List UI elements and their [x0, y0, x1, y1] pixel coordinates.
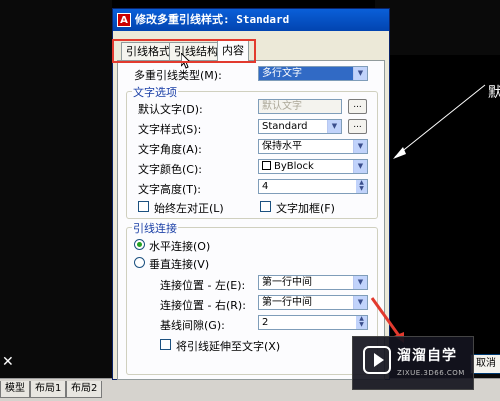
default-text-browse-button[interactable]: ...: [348, 99, 367, 114]
left-attachment-label: 连接位置 - 左(E):: [160, 279, 246, 292]
horizontal-attachment-label: 水平连接(O): [149, 240, 211, 253]
tab-layout2[interactable]: 布局2: [66, 381, 103, 398]
color-swatch-icon: [262, 161, 271, 170]
mleader-type-select[interactable]: 多行文字 ▼: [258, 66, 368, 81]
text-height-label: 文字高度(T):: [138, 183, 202, 196]
crosshair-icon: ✕: [2, 354, 14, 370]
dropdown-arrow-icon: ▼: [327, 120, 341, 133]
modify-mleader-style-dialog: A 修改多重引线样式: Standard 引线格式 引线结构 内容 多重引线类型…: [112, 8, 390, 380]
text-angle-label: 文字角度(A):: [138, 143, 202, 156]
autocad-icon: A: [117, 13, 131, 27]
mouse-cursor-icon: [181, 53, 191, 69]
cancel-button[interactable]: 取消: [470, 354, 500, 374]
leader-arrowhead-icon: [393, 147, 406, 159]
content-tab-page: 多重引线类型(M): 多行文字 ▼ 文字选项 默认文字(D): 默认文字 ...…: [117, 60, 385, 380]
always-left-justify-checkbox[interactable]: [138, 201, 149, 212]
preview-text: 默: [488, 85, 500, 101]
text-frame-checkbox[interactable]: [260, 201, 271, 212]
tab-leader-format[interactable]: 引线格式: [121, 42, 175, 61]
left-attachment-value: 第一行中间: [262, 277, 312, 288]
default-text-value: 默认文字: [262, 101, 302, 112]
vertical-attachment-radio[interactable]: [134, 257, 145, 268]
tab-layout1[interactable]: 布局1: [30, 381, 67, 398]
text-height-value: 4: [262, 181, 269, 192]
text-frame-label: 文字加框(F): [276, 202, 335, 215]
dropdown-arrow-icon: ▼: [353, 276, 367, 289]
text-options-title: 文字选项: [132, 84, 178, 100]
landing-gap-value: 2: [262, 317, 269, 328]
dropdown-arrow-icon: ▼: [353, 140, 367, 153]
text-color-label: 文字颜色(C):: [138, 163, 202, 176]
text-style-label: 文字样式(S):: [138, 123, 202, 136]
extend-leader-checkbox[interactable]: [160, 339, 171, 350]
horizontal-attachment-radio[interactable]: [134, 239, 145, 250]
text-color-select[interactable]: ByBlock ▼: [258, 159, 368, 174]
leader-connection-title: 引线连接: [132, 220, 178, 236]
landing-gap-spinner[interactable]: 2 ▲ ▼: [258, 315, 368, 330]
tab-content[interactable]: 内容: [217, 39, 249, 62]
left-attachment-select[interactable]: 第一行中间 ▼: [258, 275, 368, 290]
dropdown-arrow-icon: ▼: [353, 160, 367, 173]
watermark-name: 溜溜自学: [397, 348, 457, 364]
mleader-type-label: 多重引线类型(M):: [134, 69, 222, 82]
mleader-type-value: 多行文字: [262, 68, 302, 79]
text-angle-select[interactable]: 保持水平 ▼: [258, 139, 368, 154]
text-style-select[interactable]: Standard ▼: [258, 119, 342, 134]
extend-leader-label: 将引线延伸至文字(X): [176, 340, 281, 353]
vertical-attachment-label: 垂直连接(V): [149, 258, 210, 271]
dropdown-arrow-icon: ▼: [353, 67, 367, 80]
right-attachment-value: 第一行中间: [262, 297, 312, 308]
text-color-value: ByBlock: [274, 161, 314, 172]
text-style-browse-button[interactable]: ...: [348, 119, 367, 134]
spinner-icon[interactable]: ▲ ▼: [356, 316, 367, 329]
tab-leader-structure[interactable]: 引线结构: [169, 42, 223, 61]
spinner-icon[interactable]: ▲ ▼: [356, 180, 367, 193]
landing-gap-label: 基线间隙(G):: [160, 319, 225, 332]
dialog-title: 修改多重引线样式: Standard: [135, 13, 290, 26]
right-attachment-select[interactable]: 第一行中间 ▼: [258, 295, 368, 310]
text-angle-value: 保持水平: [262, 141, 302, 152]
default-text-label: 默认文字(D):: [138, 103, 203, 116]
default-text-field[interactable]: 默认文字: [258, 99, 342, 114]
text-style-value: Standard: [262, 121, 308, 132]
text-height-spinner[interactable]: 4 ▲ ▼: [258, 179, 368, 194]
tab-model[interactable]: 模型: [0, 381, 30, 398]
always-left-justify-label: 始终左对正(L): [154, 202, 224, 215]
drawing-area-left[interactable]: [0, 0, 112, 378]
dropdown-arrow-icon: ▼: [353, 296, 367, 309]
watermark: 溜溜自学 ZIXUE.3D66.COM: [352, 336, 474, 390]
watermark-url: ZIXUE.3D66.COM: [397, 369, 465, 377]
right-attachment-label: 连接位置 - 右(R):: [160, 299, 246, 312]
leader-line: [394, 84, 486, 158]
play-logo-icon: [363, 346, 391, 374]
dialog-titlebar[interactable]: A 修改多重引线样式: Standard: [113, 9, 389, 31]
